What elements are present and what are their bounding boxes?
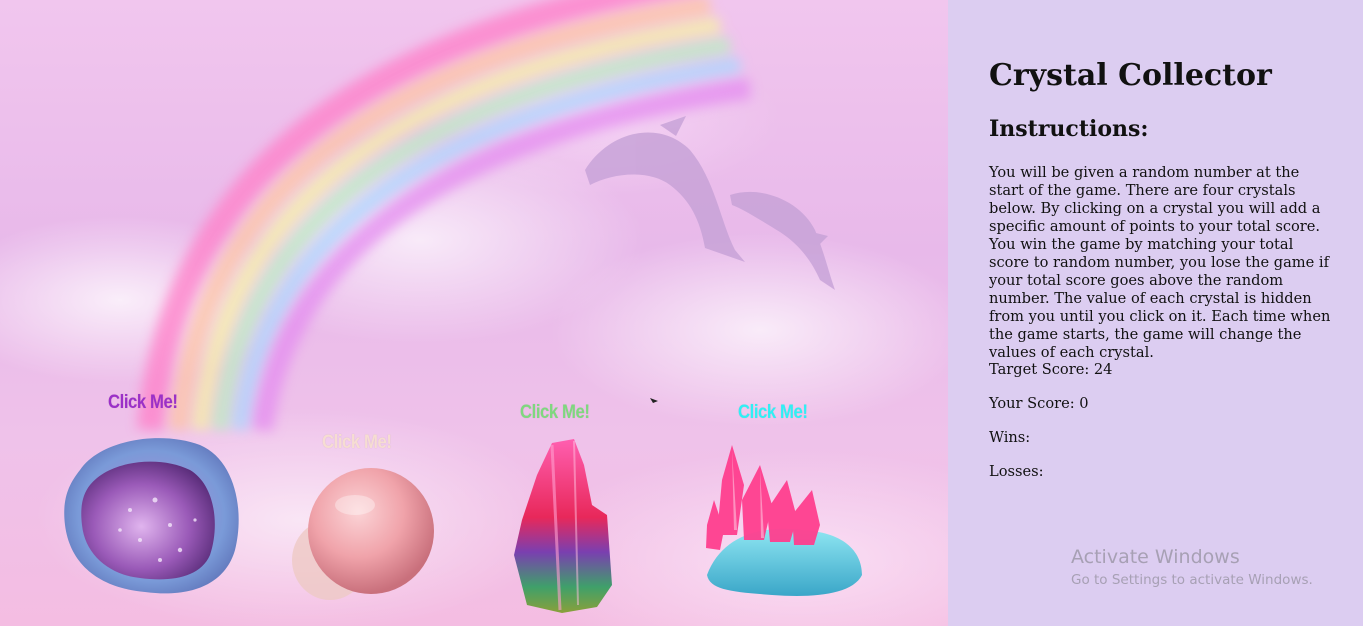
page-title: Crystal Collector [989, 58, 1272, 93]
crystal-3-label[interactable]: Click Me! [520, 402, 590, 424]
info-panel: Crystal Collector Instructions: You will… [948, 0, 1363, 626]
activate-windows-watermark: Activate Windows Go to Settings to activ… [1071, 546, 1313, 588]
watermark-title: Activate Windows [1071, 546, 1240, 568]
geode-crystal-icon[interactable] [60, 430, 245, 600]
crystal-1-label[interactable]: Click Me! [108, 392, 178, 414]
crystal-4-label[interactable]: Click Me! [738, 402, 808, 424]
target-score: Target Score: 24 [989, 361, 1113, 378]
mouse-cursor-icon [650, 398, 658, 403]
crystal-2-label[interactable]: Click Me! [322, 432, 392, 454]
instructions-heading: Instructions: [989, 116, 1149, 142]
tourmaline-crystal-icon[interactable] [512, 435, 617, 615]
watermark-subtitle: Go to Settings to activate Windows. [1071, 572, 1313, 588]
pink-aqua-cluster-icon[interactable] [702, 440, 867, 600]
wins-count: Wins: [989, 429, 1031, 446]
game-scene: Click Me! Click Me! Click Me! Click Me! [0, 0, 948, 626]
instructions-text: You will be given a random number at the… [989, 164, 1331, 361]
your-score: Your Score: 0 [989, 395, 1089, 412]
rose-quartz-sphere-icon[interactable] [285, 465, 440, 610]
losses-count: Losses: [989, 463, 1044, 480]
